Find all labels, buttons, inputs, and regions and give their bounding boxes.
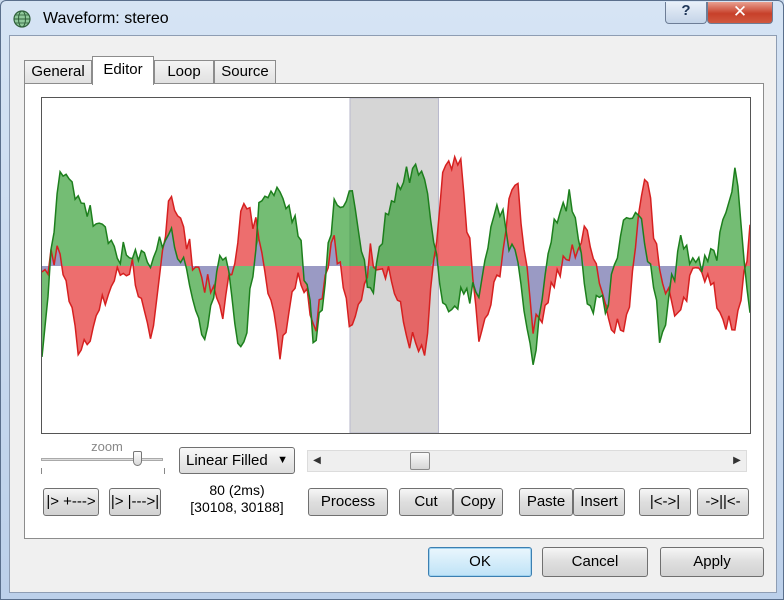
go-right-button[interactable]: |> |--->|	[109, 488, 161, 516]
copy-button[interactable]: Copy	[453, 488, 503, 516]
zoom-slider-ticks	[41, 468, 165, 474]
editor-panel: zoom Linear Filled ▼ ◀ ▶ |> +---> |> |--…	[24, 83, 764, 539]
dropdown-arrow-icon: ▼	[277, 454, 288, 466]
waveform-canvas	[42, 98, 750, 433]
dialog-client-area: General Editor Loop Source zoom Linear F…	[9, 35, 777, 593]
title-bar[interactable]: Waveform: stereo ? ✕	[1, 1, 783, 35]
zoom-selection-button[interactable]: |<->|	[639, 488, 691, 516]
scroll-right-icon[interactable]: ▶	[728, 451, 746, 471]
tab-general[interactable]: General	[24, 60, 92, 84]
ok-button[interactable]: OK	[428, 547, 532, 577]
dialog-window: Waveform: stereo ? ✕ General Editor Loop…	[0, 0, 784, 600]
zoom-slider-track[interactable]	[41, 458, 163, 461]
tab-editor[interactable]: Editor	[92, 56, 154, 85]
render-mode-value: Linear Filled	[186, 452, 268, 469]
globe-icon	[13, 10, 31, 28]
zoom-slider-thumb[interactable]	[132, 451, 142, 466]
apply-button[interactable]: Apply	[660, 547, 764, 577]
window-title: Waveform: stereo	[43, 10, 169, 27]
paste-button[interactable]: Paste	[519, 488, 573, 516]
zoom-all-button[interactable]: ->||<-	[697, 488, 749, 516]
close-icon: ✕	[732, 2, 748, 21]
tab-source[interactable]: Source	[214, 60, 276, 84]
insert-button[interactable]: Insert	[573, 488, 625, 516]
waveform-scrollbar[interactable]: ◀ ▶	[307, 450, 747, 472]
zoom-label: zoom	[91, 439, 123, 454]
close-button[interactable]: ✕	[707, 2, 773, 24]
waveform-view[interactable]	[41, 97, 751, 434]
scroll-left-icon[interactable]: ◀	[308, 451, 326, 471]
scrollbar-thumb[interactable]	[410, 452, 431, 470]
render-mode-select[interactable]: Linear Filled ▼	[179, 447, 295, 474]
selection-range: [30108, 30188]	[190, 499, 284, 515]
cancel-button[interactable]: Cancel	[542, 547, 648, 577]
cut-button[interactable]: Cut	[399, 488, 453, 516]
go-left-button[interactable]: |> +--->	[43, 488, 99, 516]
selection-length: 80 (2ms)	[209, 482, 265, 498]
help-icon: ?	[681, 2, 691, 19]
selection-info: 80 (2ms) [30108, 30188]	[175, 482, 299, 516]
process-button[interactable]: Process	[308, 488, 388, 516]
help-button[interactable]: ?	[665, 2, 707, 24]
tab-loop[interactable]: Loop	[154, 60, 214, 84]
